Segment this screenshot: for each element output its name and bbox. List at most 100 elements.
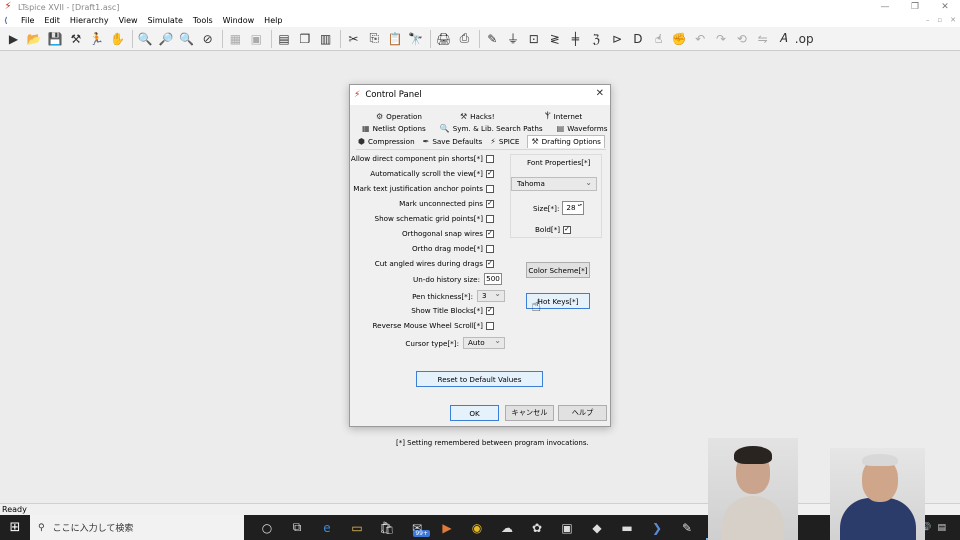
reset-defaults-button[interactable]: Reset to Default Values: [416, 371, 543, 387]
option-orthogonal-snap[interactable]: Orthogonal snap wires ✓: [402, 229, 494, 238]
component-icon[interactable]: D: [628, 29, 647, 48]
zoom-in-icon[interactable]: 🔍: [136, 29, 155, 48]
open-folder-icon[interactable]: 📂: [25, 29, 44, 48]
menu-view[interactable]: View: [114, 16, 143, 25]
checkbox[interactable]: [486, 214, 494, 223]
app-icon[interactable]: ✿: [522, 515, 552, 540]
draw-wire-icon[interactable]: ✎: [483, 29, 502, 48]
notifications-icon[interactable]: ▤: [937, 523, 946, 533]
font-bold-row[interactable]: Bold[*] ✓: [535, 225, 572, 234]
checkbox[interactable]: ✓: [486, 306, 494, 315]
control-panel-icon[interactable]: ⚒: [66, 29, 85, 48]
tab-spice[interactable]: ⚡ SPICE: [490, 137, 519, 146]
file-explorer-icon[interactable]: ▭: [342, 515, 372, 540]
media-player-icon[interactable]: ▶: [432, 515, 462, 540]
checkbox[interactable]: ✓: [563, 225, 572, 234]
photos-icon[interactable]: ▣: [552, 515, 582, 540]
help-button[interactable]: ヘルプ: [558, 405, 607, 421]
menu-window[interactable]: Window: [218, 16, 260, 25]
zoom-full-icon[interactable]: 🔎: [157, 29, 176, 48]
tile-vertical-icon[interactable]: ▥: [316, 29, 335, 48]
inductor-icon[interactable]: ℨ: [587, 29, 606, 48]
minimize-button[interactable]: —: [870, 0, 900, 14]
cancel-button[interactable]: キャンセル: [505, 405, 554, 421]
font-size-spinner[interactable]: 28: [562, 201, 585, 215]
label-net-icon[interactable]: ⊡: [524, 29, 543, 48]
run-icon[interactable]: ▶: [4, 29, 23, 48]
terminal-icon[interactable]: ▬: [612, 515, 642, 540]
checkbox[interactable]: ✓: [486, 169, 494, 178]
checkbox[interactable]: [486, 321, 494, 330]
mirror-icon[interactable]: ⇋: [753, 29, 772, 48]
color-scheme-button[interactable]: Color Scheme[*]: [526, 262, 590, 278]
menu-simulate[interactable]: Simulate: [143, 16, 188, 25]
checkbox[interactable]: [486, 184, 494, 193]
cursor-type-select[interactable]: Auto: [463, 336, 505, 349]
option-allow-pin-shorts[interactable]: Allow direct component pin shorts[*]: [351, 154, 494, 163]
fit-icon[interactable]: ▣: [247, 29, 266, 48]
checkbox[interactable]: [486, 244, 494, 253]
checkbox[interactable]: [486, 154, 494, 163]
undo-history-input[interactable]: 500: [484, 273, 502, 285]
mdi-close-button[interactable]: ✕: [950, 14, 956, 27]
checkbox[interactable]: ✓: [486, 259, 494, 268]
move-hand-icon[interactable]: ☝: [649, 29, 668, 48]
close-button[interactable]: ✕: [930, 0, 960, 14]
drag-hand-icon[interactable]: ✊: [670, 29, 689, 48]
find-icon[interactable]: 🔭: [406, 29, 425, 48]
cascade-icon[interactable]: ❐: [295, 29, 314, 48]
taskbar-search[interactable]: ⚲ ここに入力して検索: [30, 515, 244, 540]
pen-thickness-select[interactable]: 3: [477, 289, 505, 302]
font-family-select[interactable]: Tahoma: [511, 177, 597, 191]
edge-browser-icon[interactable]: e: [312, 515, 342, 540]
save-icon[interactable]: 💾: [46, 29, 65, 48]
option-mark-unconnected-pins[interactable]: Mark unconnected pins ✓: [399, 199, 494, 208]
run-man-icon[interactable]: 🏃: [87, 29, 106, 48]
menu-help[interactable]: Help: [259, 16, 287, 25]
option-cut-angled-wires[interactable]: Cut angled wires during drags ✓: [375, 259, 494, 268]
tab-search-paths[interactable]: 🔍 Sym. & Lib. Search Paths: [440, 124, 543, 133]
option-show-title-blocks[interactable]: Show Title Blocks[*] ✓: [411, 306, 494, 315]
menu-tools[interactable]: Tools: [188, 16, 218, 25]
tab-hacks[interactable]: ⚒ Hacks!: [460, 112, 495, 121]
text-icon[interactable]: 𝐴: [774, 29, 793, 48]
zoom-out-icon[interactable]: 🔍: [177, 29, 196, 48]
menu-edit[interactable]: Edit: [39, 16, 65, 25]
maximize-button[interactable]: ❐: [900, 0, 930, 14]
diode-icon[interactable]: ⊳: [608, 29, 627, 48]
spice-directive-icon[interactable]: .op: [795, 29, 814, 48]
ground-icon[interactable]: ⏚: [504, 29, 523, 48]
rotate-icon[interactable]: ⟲: [732, 29, 751, 48]
tab-compression[interactable]: ⬢ Compression: [358, 137, 415, 146]
print-setup-icon[interactable]: 🖨: [434, 29, 453, 48]
mdi-minimize-button[interactable]: –: [926, 14, 930, 27]
option-ortho-drag[interactable]: Ortho drag mode[*]: [412, 244, 494, 253]
menu-hierarchy[interactable]: Hierarchy: [65, 16, 114, 25]
powershell-icon[interactable]: ❯: [642, 515, 672, 540]
tab-save-defaults[interactable]: ✒ Save Defaults: [423, 137, 483, 146]
option-show-grid-points[interactable]: Show schematic grid points[*]: [375, 214, 494, 223]
ok-button[interactable]: OK: [450, 405, 499, 421]
store-icon[interactable]: 🛍: [372, 515, 402, 540]
tab-waveforms[interactable]: ▤ Waveforms: [557, 124, 608, 133]
mail-icon[interactable]: ✉ 99+: [402, 515, 432, 540]
print-icon[interactable]: ⎙: [455, 29, 474, 48]
paste-icon[interactable]: 📋: [386, 29, 405, 48]
menu-file[interactable]: File: [16, 16, 39, 25]
autorange-icon[interactable]: ▦: [226, 29, 245, 48]
cut-icon[interactable]: ✂: [344, 29, 363, 48]
mdi-document-icon[interactable]: ⟨: [4, 16, 16, 25]
copy-icon[interactable]: ⎘: [365, 29, 384, 48]
task-view-icon[interactable]: ⧉: [282, 515, 312, 540]
resistor-icon[interactable]: ≷: [545, 29, 564, 48]
option-mark-anchor-points[interactable]: Mark text justification anchor points: [353, 184, 494, 193]
tab-drafting-options[interactable]: ⚒ Drafting Options: [527, 134, 605, 148]
undo-icon[interactable]: ↶: [691, 29, 710, 48]
pan-hand-icon[interactable]: ✋: [108, 29, 127, 48]
chrome-icon[interactable]: ◉: [462, 515, 492, 540]
cortana-icon[interactable]: ○: [252, 515, 282, 540]
onedrive-icon[interactable]: ☁: [492, 515, 522, 540]
tab-netlist-options[interactable]: ▦ Netlist Options: [362, 124, 426, 133]
capacitor-icon[interactable]: ╪: [566, 29, 585, 48]
tab-operation[interactable]: ⚙ Operation: [376, 112, 422, 121]
